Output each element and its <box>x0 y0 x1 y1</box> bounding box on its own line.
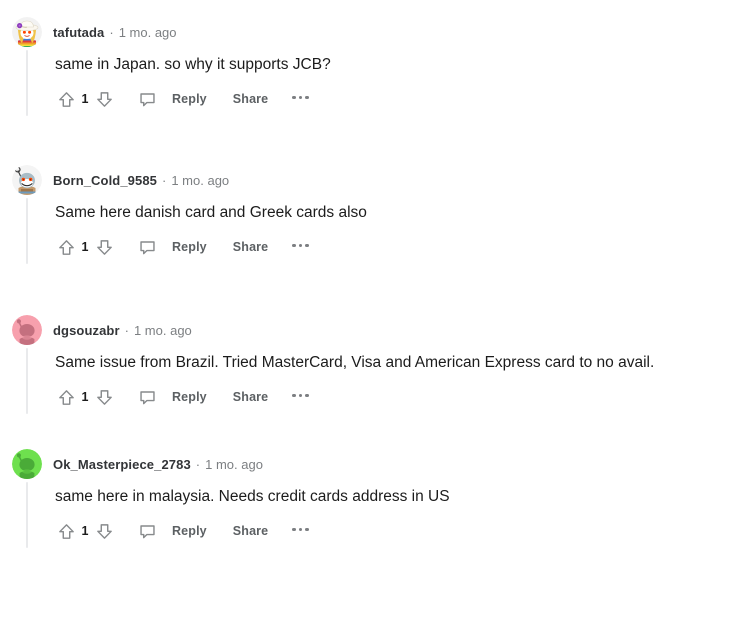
avatar-dgsouzabr[interactable] <box>12 315 42 345</box>
author-line: Ok_Masterpiece_2783 · 1 mo. ago <box>53 457 263 472</box>
comment-action-bar: 1 Reply Share <box>55 514 754 548</box>
upvote-icon[interactable] <box>55 88 77 110</box>
meta-separator: · <box>109 24 114 40</box>
comment-body: Same issue from Brazil. Tried MasterCard… <box>55 354 655 371</box>
avatar-born-cold-9585[interactable] <box>12 165 42 195</box>
more-options-icon[interactable] <box>292 243 309 251</box>
thread-collapse-line[interactable] <box>26 198 28 264</box>
comment-body: Same here danish card and Greek cards al… <box>55 204 367 221</box>
reply-button[interactable]: Reply <box>172 524 207 538</box>
comment-header: Ok_Masterpiece_2783 · 1 mo. ago <box>12 446 754 482</box>
comment-action-bar: 1 Reply Share <box>55 380 754 414</box>
comment-bubble-icon[interactable] <box>138 89 158 109</box>
comment-bubble-icon[interactable] <box>138 521 158 541</box>
comment-bubble-icon[interactable] <box>138 387 158 407</box>
thread-collapse-line[interactable] <box>26 50 28 116</box>
comment-gap <box>0 414 754 446</box>
comment-bubble-icon[interactable] <box>138 237 158 257</box>
comment-gap <box>0 264 754 312</box>
upvote-icon[interactable] <box>55 386 77 408</box>
share-button[interactable]: Share <box>233 390 269 404</box>
comment-item: tafutada · 1 mo. ago same in Japan. so w… <box>0 0 754 116</box>
comment-author[interactable]: dgsouzabr <box>53 323 120 338</box>
vote-group: 1 <box>55 88 115 110</box>
comment-item: Ok_Masterpiece_2783 · 1 mo. ago same her… <box>0 446 754 548</box>
comment-timestamp: 1 mo. ago <box>171 172 230 188</box>
comment-timestamp: 1 mo. ago <box>133 322 192 338</box>
comment-timestamp: 1 mo. ago <box>205 456 263 472</box>
vote-count: 1 <box>81 240 89 254</box>
vote-count: 1 <box>81 92 89 106</box>
reply-button[interactable]: Reply <box>172 390 207 404</box>
downvote-icon[interactable] <box>93 88 115 110</box>
downvote-icon[interactable] <box>93 236 115 258</box>
thread-collapse-line[interactable] <box>26 348 28 414</box>
author-line: dgsouzabr · 1 mo. ago <box>53 323 192 338</box>
more-options-icon[interactable] <box>292 393 309 401</box>
comment-body: same here in malaysia. Needs credit card… <box>55 488 450 505</box>
reply-button[interactable]: Reply <box>172 92 207 106</box>
comment-header: dgsouzabr · 1 mo. ago <box>12 312 754 348</box>
vote-group: 1 <box>55 386 115 408</box>
comment-author[interactable]: Ok_Masterpiece_2783 <box>53 457 191 472</box>
comment-action-bar: 1 Reply Share <box>55 230 754 264</box>
meta-separator: · <box>124 322 129 338</box>
more-options-icon[interactable] <box>292 527 309 535</box>
comment-content: same here in malaysia. Needs credit card… <box>26 482 754 548</box>
comment-thread: tafutada · 1 mo. ago same in Japan. so w… <box>0 0 754 548</box>
comment-gap <box>0 116 754 162</box>
comment-author[interactable]: tafutada <box>53 25 104 40</box>
comment-content: Same here danish card and Greek cards al… <box>26 198 754 264</box>
share-button[interactable]: Share <box>233 240 269 254</box>
upvote-icon[interactable] <box>55 520 77 542</box>
downvote-icon[interactable] <box>93 386 115 408</box>
comment-author[interactable]: Born_Cold_9585 <box>53 173 157 188</box>
comment-timestamp: 1 mo. ago <box>118 24 177 40</box>
author-line: tafutada · 1 mo. ago <box>53 25 177 40</box>
vote-count: 1 <box>81 524 89 538</box>
comment-header: tafutada · 1 mo. ago <box>12 14 754 50</box>
comment-content: Same issue from Brazil. Tried MasterCard… <box>26 348 754 414</box>
comment-header: Born_Cold_9585 · 1 mo. ago <box>12 162 754 198</box>
upvote-icon[interactable] <box>55 236 77 258</box>
vote-group: 1 <box>55 520 115 542</box>
comment-action-bar: 1 Reply Share <box>55 82 754 116</box>
vote-count: 1 <box>81 390 89 404</box>
thread-collapse-line[interactable] <box>26 482 28 548</box>
more-options-icon[interactable] <box>292 95 309 103</box>
comment-item: dgsouzabr · 1 mo. ago Same issue from Br… <box>0 312 754 414</box>
share-button[interactable]: Share <box>233 92 269 106</box>
comment-body: same in Japan. so why it supports JCB? <box>55 56 331 73</box>
comment-item: Born_Cold_9585 · 1 mo. ago Same here dan… <box>0 162 754 264</box>
reply-button[interactable]: Reply <box>172 240 207 254</box>
meta-separator: · <box>195 456 201 472</box>
avatar-tafutada[interactable] <box>12 17 42 47</box>
avatar-ok-masterpiece-2783[interactable] <box>12 449 42 479</box>
downvote-icon[interactable] <box>93 520 115 542</box>
meta-separator: · <box>162 172 167 188</box>
comment-content: same in Japan. so why it supports JCB? 1… <box>26 50 754 116</box>
author-line: Born_Cold_9585 · 1 mo. ago <box>53 173 229 188</box>
vote-group: 1 <box>55 236 115 258</box>
share-button[interactable]: Share <box>233 524 269 538</box>
